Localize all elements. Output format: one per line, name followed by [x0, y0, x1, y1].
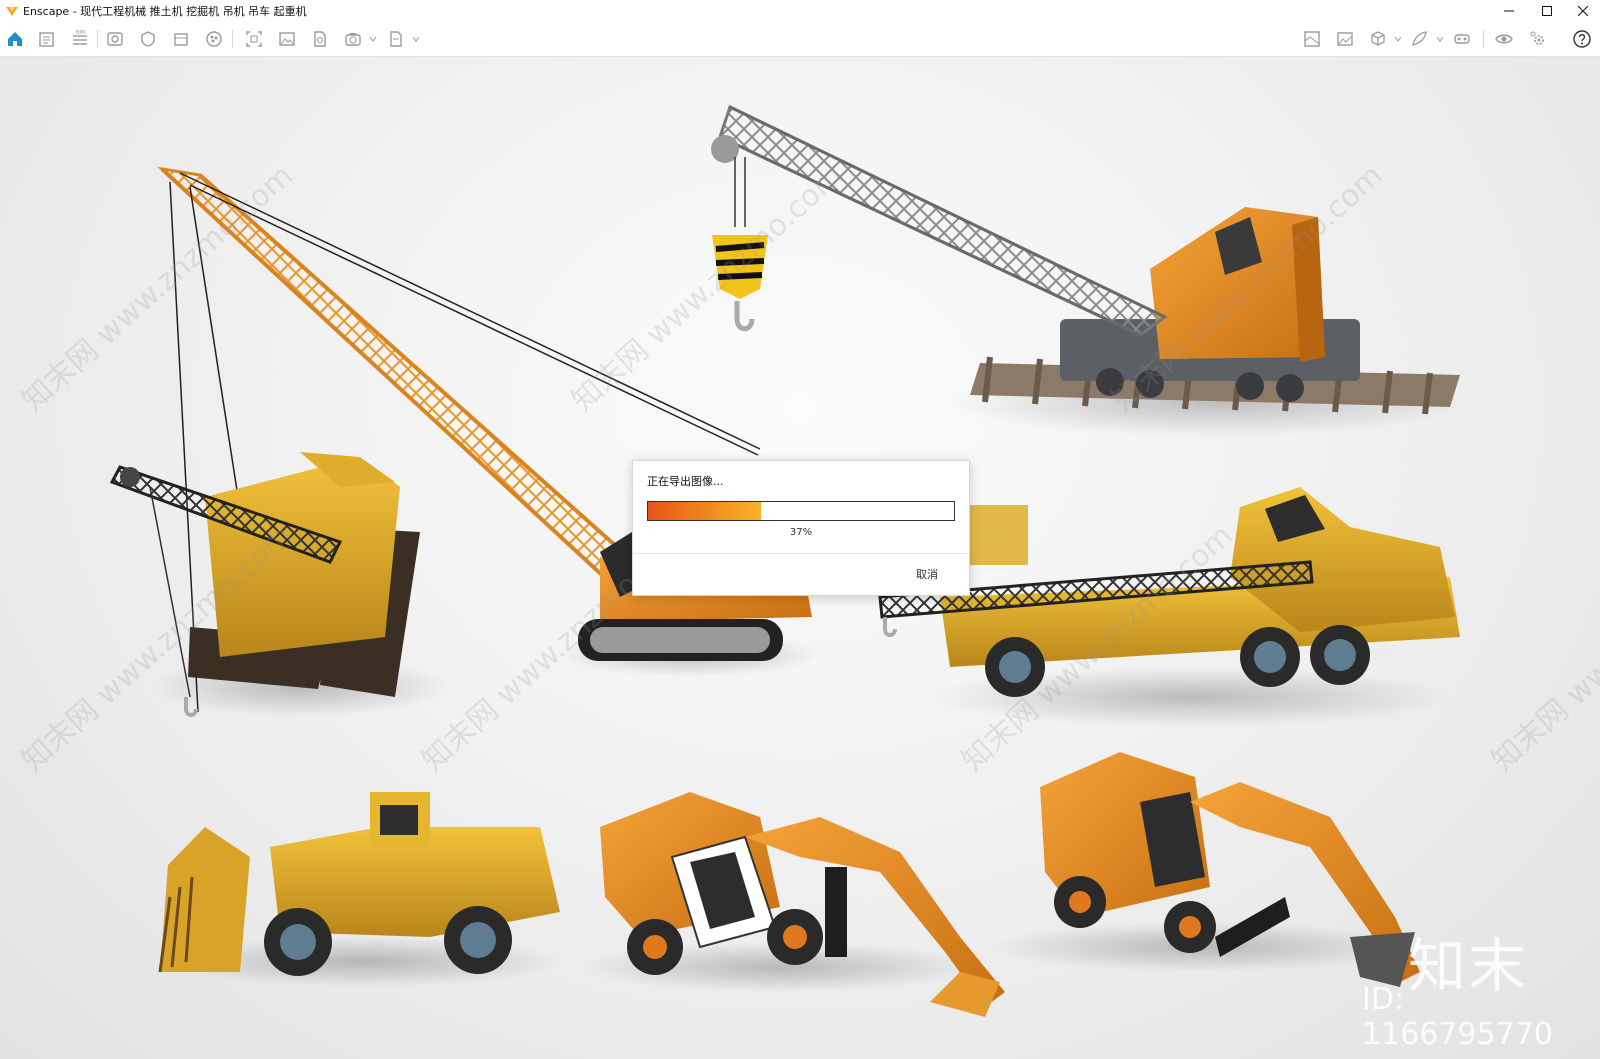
visual-settings-button[interactable] — [136, 28, 160, 50]
vr-headset-icon — [1454, 34, 1470, 44]
upload-icon — [1337, 32, 1353, 46]
chevron-down-icon[interactable] — [369, 35, 377, 43]
site-context-icon — [1304, 31, 1320, 47]
export-file-icon — [390, 31, 402, 47]
eye-icon — [1495, 34, 1513, 44]
cancel-button[interactable]: 取消 — [905, 564, 949, 584]
site-context-button[interactable] — [1300, 28, 1324, 50]
export-file-button[interactable] — [384, 28, 408, 50]
bim-info-icon: BIM — [73, 30, 87, 45]
wheel-loader — [158, 792, 565, 987]
render-viewport[interactable]: 知末网 www.znzmo.com 知末网 www.znzmo.com 知末网 … — [0, 57, 1600, 1059]
svg-text:BIM: BIM — [76, 30, 85, 36]
settings-button[interactable] — [1526, 28, 1550, 50]
upload-button[interactable] — [1333, 28, 1357, 50]
maximize-icon — [1542, 6, 1552, 16]
chevron-down-icon[interactable] — [1436, 35, 1444, 43]
close-icon — [1578, 6, 1588, 16]
asset-library-button[interactable] — [35, 28, 59, 50]
help-button[interactable] — [1570, 28, 1594, 50]
chevron-down-icon[interactable] — [1394, 35, 1402, 43]
rail-crane — [711, 104, 1470, 437]
watermark-id: ID: 1166795770 — [1362, 982, 1553, 1052]
crawler-crane — [109, 452, 450, 717]
export-progress-dialog: 正在导出图像... 37% 取消 — [632, 460, 970, 596]
visual-settings-icon — [141, 31, 155, 47]
maximize-button[interactable] — [1528, 0, 1566, 22]
window-title: Enscape - 现代工程机械 推土机 挖掘机 吊机 吊车 起重机 — [23, 5, 307, 18]
export-progress-fill — [648, 502, 762, 520]
toolbar-separator — [1483, 30, 1484, 48]
home-button[interactable] — [3, 28, 27, 50]
minimize-icon — [1504, 10, 1514, 12]
sunlight-button[interactable] — [169, 28, 193, 50]
eye-button[interactable] — [1492, 28, 1516, 50]
cube-icon — [1371, 31, 1385, 46]
vr-headset-button[interactable] — [1450, 28, 1474, 50]
batch-render-button[interactable] — [341, 28, 365, 50]
excavator-with-breaker — [580, 792, 1005, 1017]
panorama-button[interactable] — [242, 28, 266, 50]
minimize-button[interactable] — [1490, 0, 1528, 22]
wheeled-excavator — [990, 752, 1420, 987]
screenshot-icon — [279, 32, 295, 46]
cube-button[interactable] — [1366, 28, 1390, 50]
chevron-down-icon[interactable] — [412, 35, 420, 43]
views-icon — [107, 32, 123, 46]
dialog-divider — [633, 553, 969, 554]
export-status-message: 正在导出图像... — [647, 475, 724, 488]
asset-library-icon — [39, 32, 54, 47]
close-window-button[interactable] — [1564, 0, 1600, 22]
toolbar-separator — [232, 30, 233, 48]
export-image-icon — [314, 31, 326, 47]
bim-info-button[interactable]: BIM — [68, 28, 92, 50]
settings-icon — [1530, 31, 1544, 45]
materials-icon — [206, 31, 222, 47]
enscape-logo-icon — [6, 7, 18, 16]
help-icon — [1573, 30, 1591, 48]
panorama-icon — [246, 31, 262, 47]
export-progress-percent: 37% — [789, 527, 813, 538]
screenshot-button[interactable] — [275, 28, 299, 50]
batch-render-icon — [345, 33, 361, 46]
sunlight-icon — [174, 33, 188, 46]
feedback-icon — [1412, 31, 1427, 46]
toolbar-separator — [97, 30, 98, 48]
export-image-button[interactable] — [308, 28, 332, 50]
materials-button[interactable] — [202, 28, 226, 50]
views-button[interactable] — [103, 28, 127, 50]
title-bar: Enscape - 现代工程机械 推土机 挖掘机 吊机 吊车 起重机 — [0, 0, 1600, 22]
feedback-button[interactable] — [1407, 28, 1431, 50]
home-icon — [8, 32, 22, 46]
export-progress-bar — [647, 501, 955, 521]
main-toolbar: BIM — [0, 22, 1600, 77]
